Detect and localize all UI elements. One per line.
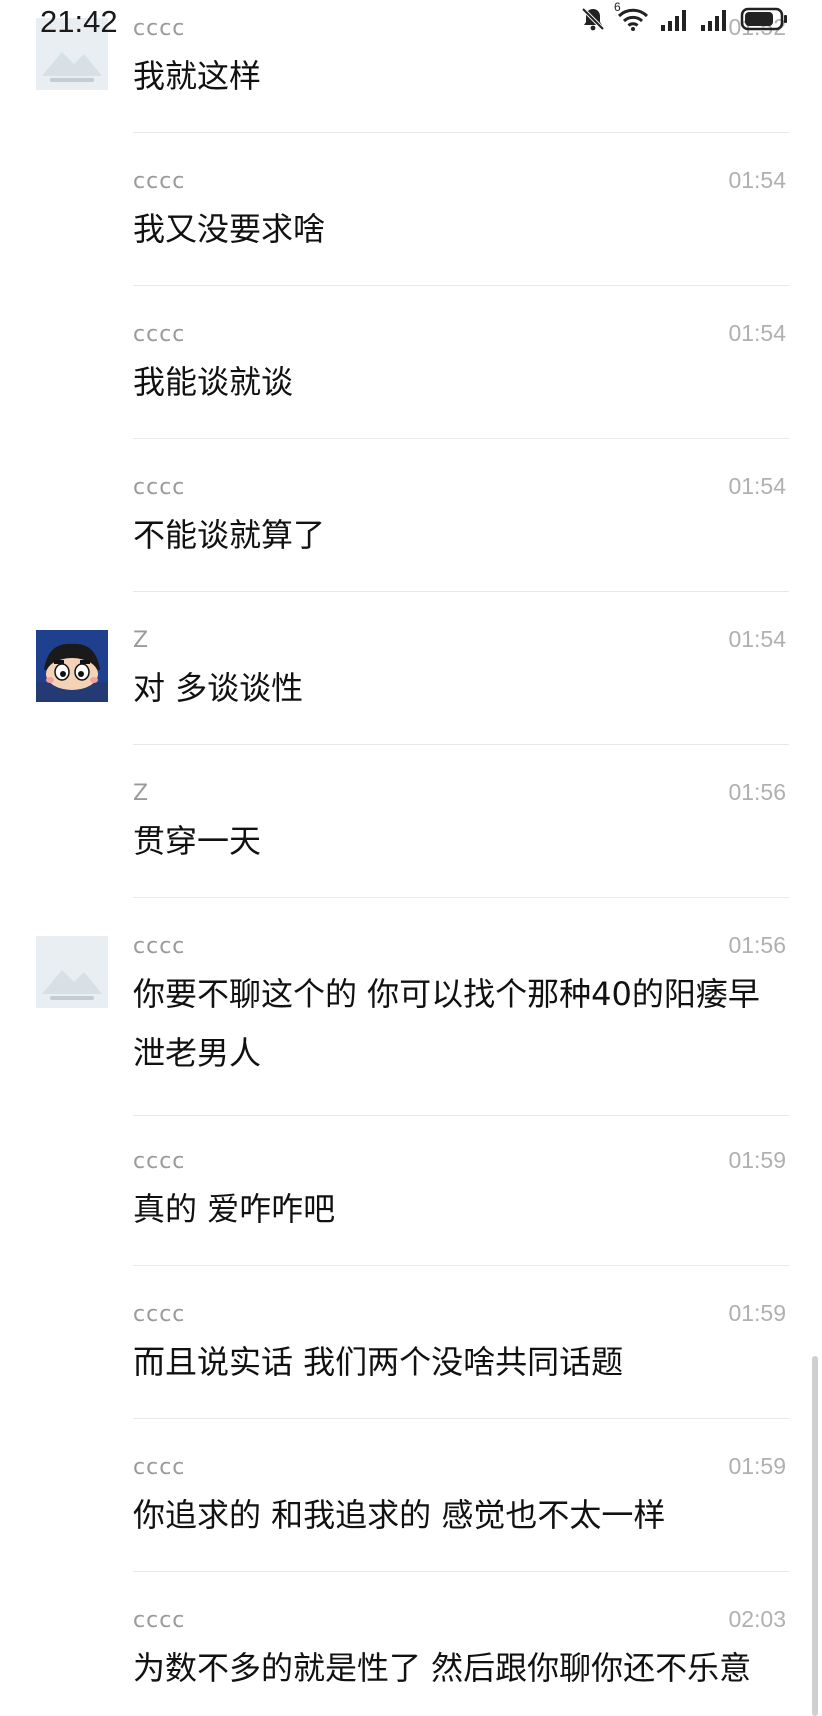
message-time: 01:54 [728, 167, 786, 193]
divider [133, 591, 789, 592]
sender-name: Z [133, 781, 150, 806]
sender-name: cccc [133, 1455, 186, 1480]
mute-bell-icon [580, 6, 606, 32]
message-time: 01:54 [728, 320, 786, 346]
avatar-placeholder[interactable] [36, 936, 108, 1008]
sender-name: cccc [133, 1608, 186, 1633]
divider [133, 438, 789, 439]
message-text: 你追求的 和我追求的 感觉也不太一样 [133, 1496, 666, 1534]
status-bar: 21:42 6 [0, 0, 822, 44]
divider [133, 897, 789, 898]
divider [133, 1115, 789, 1116]
sender-name: cccc [133, 1302, 186, 1327]
message-text: 我又没要求啥 [133, 210, 326, 248]
image-placeholder-icon [36, 936, 108, 1008]
avatar-cartoon[interactable] [36, 630, 108, 702]
message-time: 01:56 [728, 932, 786, 958]
signal-icon [700, 8, 730, 32]
message-text: 你要不聊这个的 你可以找个那种40的阳痿早泄老男人 [133, 975, 760, 1072]
sender-name: Z [133, 628, 150, 653]
message-time: 02:03 [728, 1606, 786, 1632]
signal-icon [660, 8, 690, 32]
sender-name: cccc [133, 322, 186, 347]
message-time: 01:59 [728, 1147, 786, 1173]
divider [133, 285, 789, 286]
sender-name: cccc [133, 934, 186, 959]
message-time: 01:59 [728, 1453, 786, 1479]
message-text: 贯穿一天 [133, 822, 262, 860]
divider [133, 1265, 789, 1266]
message-time: 01:54 [728, 626, 786, 652]
divider [133, 744, 789, 745]
wifi-6-icon: 6 [614, 0, 650, 32]
divider [133, 1571, 789, 1572]
status-time: 21:42 [40, 4, 118, 39]
sender-name: cccc [133, 169, 186, 194]
message-text: 真的 爱咋咋吧 [133, 1190, 336, 1228]
message-text: 对 多谈谈性 [133, 669, 304, 707]
message-text: 不能谈就算了 [133, 516, 326, 554]
message-time: 01:56 [728, 779, 786, 805]
cartoon-face-icon [36, 630, 108, 702]
message-time: 01:59 [728, 1300, 786, 1326]
message-text: 我能谈就谈 [133, 363, 294, 401]
scrollbar[interactable] [812, 1356, 818, 1716]
divider [133, 132, 789, 133]
message-text: 而且说实话 我们两个没啥共同话题 [133, 1343, 624, 1381]
message-text: 我就这样 [133, 57, 262, 95]
sender-name: cccc [133, 475, 186, 500]
battery-icon [740, 6, 788, 32]
divider [133, 1418, 789, 1419]
sender-name: cccc [133, 1149, 186, 1174]
message-text: 为数不多的就是性了 然后跟你聊你还不乐意 [133, 1649, 752, 1687]
wifi-badge: 6 [614, 0, 621, 14]
message-time: 01:54 [728, 473, 786, 499]
